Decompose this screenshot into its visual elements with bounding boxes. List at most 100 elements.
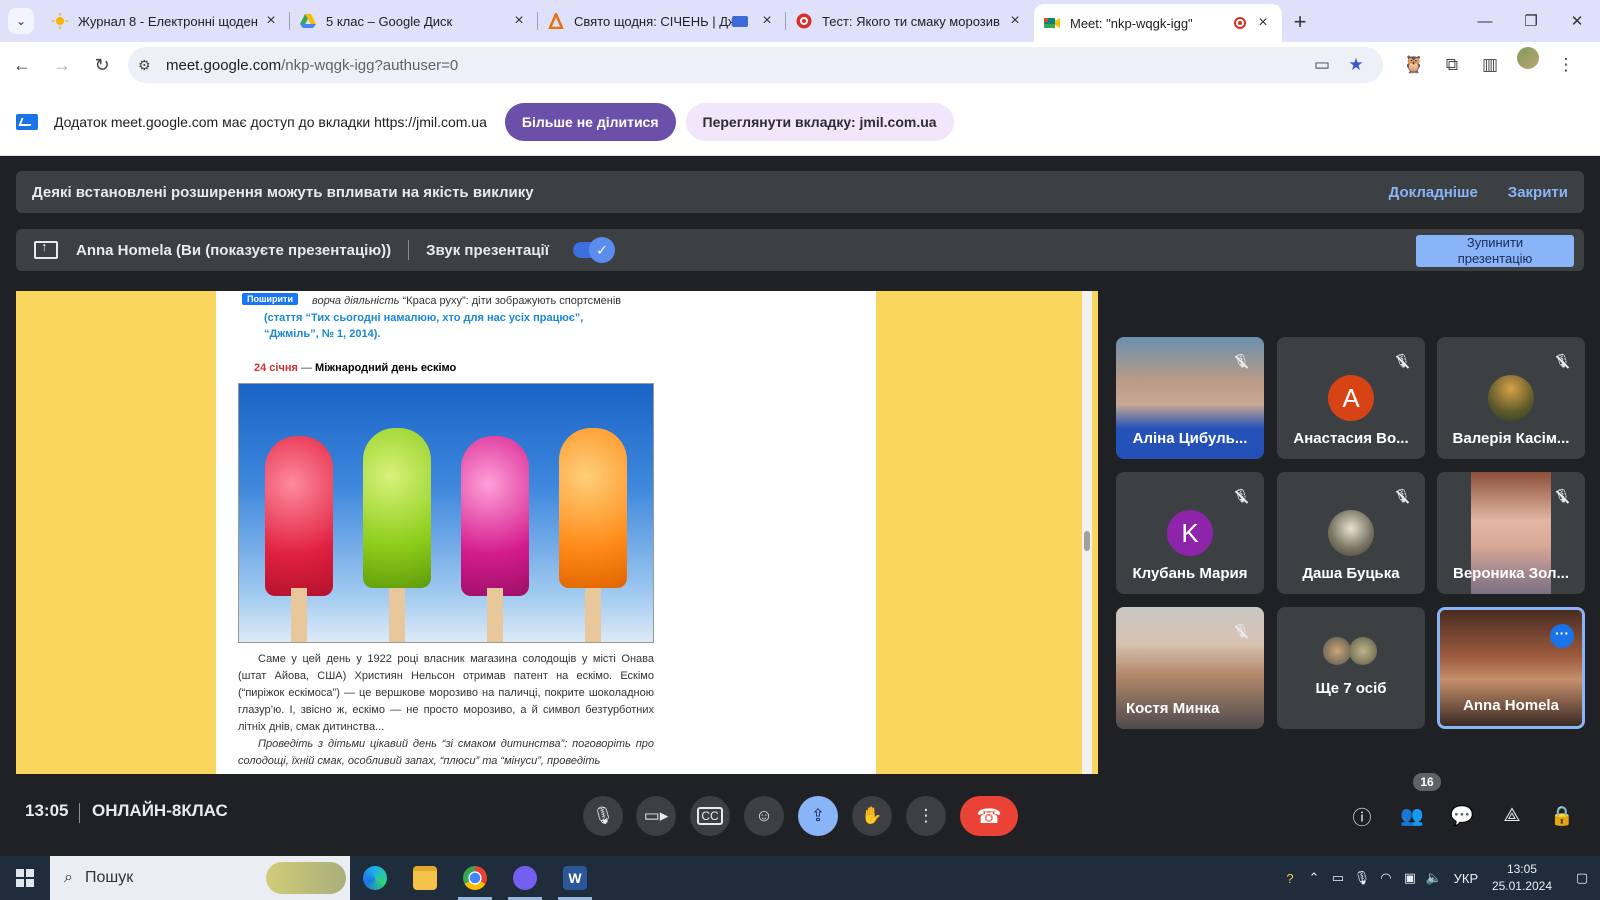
more-participants-tile[interactable]: Ще 7 осіб	[1277, 607, 1425, 729]
captions-button[interactable]: CC	[690, 796, 730, 836]
screen-share-icon	[732, 15, 748, 27]
new-tab-button[interactable]: +	[1282, 4, 1318, 40]
forward-icon[interactable]: →	[44, 47, 80, 83]
edge-icon	[363, 866, 387, 890]
folder-icon	[413, 866, 437, 890]
close-icon[interactable]: ×	[758, 12, 776, 30]
participant-tile[interactable]: 🎙 Даша Буцька	[1277, 472, 1425, 594]
meeting-time: 13:05	[25, 801, 69, 820]
avatar-letter: A	[1328, 375, 1374, 421]
display-icon[interactable]: ▣	[1398, 870, 1422, 886]
camera-icon[interactable]: ▭	[1305, 55, 1339, 75]
participant-tile[interactable]: K 🎙 Клубань Мария	[1116, 472, 1264, 594]
profile-avatar[interactable]	[1517, 47, 1539, 69]
activities-button[interactable]: ⟁	[1492, 796, 1532, 836]
system-tray: ? ⌃ ▭ 🎙 ◠ ▣ 🔈 УКР 13:05 25.01.2024 ▢	[1278, 856, 1600, 900]
extension-owl-icon[interactable]: 🦉	[1395, 47, 1433, 83]
close-icon[interactable]: ×	[1254, 14, 1272, 32]
taskbar-word[interactable]: W	[550, 856, 600, 900]
learn-more-link[interactable]: Докладніше	[1389, 184, 1478, 201]
notifications-icon[interactable]: ▢	[1564, 870, 1600, 886]
help-icon[interactable]: ?	[1278, 871, 1302, 886]
participant-tile[interactable]: 🎙 Аліна Цибуль...	[1116, 337, 1264, 459]
tab-jmil[interactable]: Свято щодня: СІЧЕНЬ | Дж ×	[538, 4, 786, 38]
taskbar-edge[interactable]	[350, 856, 400, 900]
present-button[interactable]: ⇪	[798, 796, 838, 836]
chevron-up-icon[interactable]: ⌃	[1302, 870, 1326, 886]
restore-icon[interactable]: ❐	[1508, 0, 1554, 42]
bookmark-star-icon[interactable]: ★	[1339, 55, 1373, 75]
popsicle-orange	[559, 428, 627, 588]
participant-name: Даша Буцька	[1302, 565, 1400, 582]
presentation-stage: Поширити ворча діяльність “Краса руху”: …	[16, 291, 1098, 774]
present-screen-icon	[34, 239, 58, 259]
taskbar-clock[interactable]: 13:05 25.01.2024	[1492, 861, 1552, 895]
scroll-thumb[interactable]	[1084, 531, 1090, 551]
hang-up-icon: ☎	[976, 805, 1002, 828]
tab-search-button[interactable]: ⌄	[0, 0, 42, 42]
participant-tile[interactable]: A 🎙 Анастасия Во...	[1277, 337, 1425, 459]
close-window-icon[interactable]: ✕	[1554, 0, 1600, 42]
meeting-name: ОНЛАЙН-8КЛАС	[92, 801, 228, 820]
tab-drive[interactable]: 5 клас – Google Диск ×	[290, 4, 538, 38]
wifi-icon[interactable]: ◠	[1374, 870, 1398, 886]
mic-off-icon: 🎙	[1393, 488, 1411, 506]
tab-quiz[interactable]: Тест: Якого ти смаку морозив ×	[786, 4, 1034, 38]
stage-scrollbar[interactable]	[1082, 291, 1092, 774]
menu-kebab-icon[interactable]: ⋮	[1547, 47, 1585, 83]
presentation-sound-label: Звук презентації	[426, 241, 549, 259]
close-icon[interactable]: ×	[510, 12, 528, 30]
battery-icon[interactable]: ▭	[1326, 870, 1350, 886]
mic-off-icon: 🎙	[1553, 353, 1571, 371]
view-tab-button[interactable]: Переглянути вкладку: jmil.com.ua	[685, 102, 954, 141]
divider	[79, 803, 80, 823]
tab-journal[interactable]: Журнал 8 - Електронні щоден ×	[42, 4, 290, 38]
more-options-icon[interactable]: ···	[1550, 624, 1574, 648]
self-tile[interactable]: ··· Anna Homela	[1437, 607, 1585, 729]
camera-button[interactable]: ▭▸	[636, 796, 676, 836]
site-settings-icon[interactable]: ⚙	[138, 57, 166, 74]
meeting-info-button[interactable]: ⓘ	[1342, 796, 1382, 836]
reload-icon[interactable]: ↻	[84, 47, 120, 83]
url-text[interactable]: meet.google.com/nkp-wqgk-igg?authuser=0	[166, 57, 1305, 74]
avatar	[1349, 637, 1377, 665]
participant-tile[interactable]: 🎙 Костя Минка	[1116, 607, 1264, 729]
extensions-puzzle-icon[interactable]: ⧉	[1433, 47, 1471, 83]
start-button[interactable]	[0, 856, 50, 900]
mic-off-icon: 🎙	[1553, 488, 1571, 506]
stop-line-1: Зупинити	[1466, 235, 1524, 250]
reactions-button[interactable]: ☺	[744, 796, 784, 836]
leave-call-button[interactable]: ☎	[960, 796, 1018, 836]
stop-sharing-button[interactable]: Більше не ділитися	[504, 102, 676, 141]
participant-name: Анастасия Во...	[1293, 430, 1409, 447]
volume-icon[interactable]: 🔈	[1422, 870, 1446, 886]
mic-tray-icon[interactable]: 🎙	[1350, 870, 1374, 886]
microphone-button[interactable]: 🎙	[583, 796, 623, 836]
stop-presenting-button[interactable]: Зупинити презентацію	[1416, 235, 1574, 267]
address-bar[interactable]: ⚙ meet.google.com/nkp-wqgk-igg?authuser=…	[128, 47, 1383, 83]
chat-button[interactable]: 💬	[1442, 796, 1482, 836]
close-icon[interactable]: ×	[1006, 12, 1024, 30]
taskbar-explorer[interactable]	[400, 856, 450, 900]
mic-icon: 🎙	[592, 806, 614, 825]
back-icon[interactable]: ←	[4, 47, 40, 83]
taskbar-search[interactable]: ⌕ Пошук	[50, 856, 350, 900]
presentation-sound-toggle[interactable]: ✓	[572, 237, 615, 263]
avatar	[1328, 510, 1374, 556]
divider	[408, 240, 410, 260]
host-controls-button[interactable]: 🔒	[1542, 796, 1582, 836]
participant-tile[interactable]: 🎙 Вероника Зол...	[1437, 472, 1585, 594]
side-panel-icon[interactable]: ▥	[1471, 47, 1509, 83]
language-indicator[interactable]: УКР	[1446, 871, 1486, 886]
minimize-icon[interactable]: —	[1462, 0, 1508, 42]
raise-hand-button[interactable]: ✋	[852, 796, 892, 836]
taskbar-chrome[interactable]	[450, 856, 500, 900]
close-icon[interactable]: ×	[262, 12, 280, 30]
close-warning-link[interactable]: Закрити	[1508, 184, 1568, 201]
more-options-button[interactable]: ⋮	[906, 796, 946, 836]
participant-tile[interactable]: 🎙 Валерія Касім...	[1437, 337, 1585, 459]
people-button[interactable]: 👥	[1392, 796, 1432, 836]
mic-off-icon: 🎙	[1232, 623, 1250, 641]
tab-meet[interactable]: Meet: "nkp-wqgk-igg" ×	[1034, 4, 1282, 42]
taskbar-viber[interactable]	[500, 856, 550, 900]
